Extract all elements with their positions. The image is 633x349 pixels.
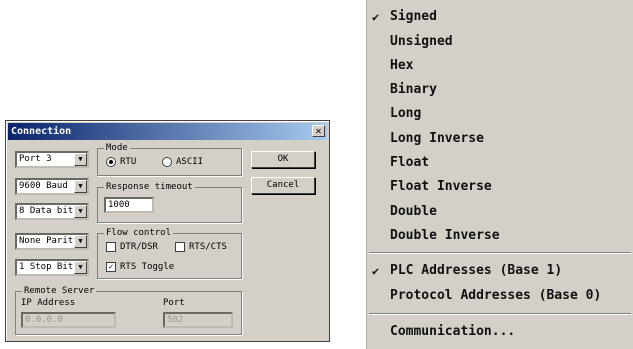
rts-cts-checkbox[interactable] bbox=[175, 242, 185, 252]
data-bits-select[interactable]: 8 Data bits ▼ bbox=[15, 203, 89, 220]
menu-item-float-inverse[interactable]: Float Inverse bbox=[367, 176, 633, 198]
chevron-down-icon[interactable]: ▼ bbox=[74, 235, 87, 248]
menu-separator bbox=[369, 252, 631, 254]
response-timeout-label: Response timeout bbox=[104, 181, 195, 193]
parity-select-value: None Parity bbox=[19, 236, 79, 246]
response-timeout-group: Response timeout 1000 bbox=[97, 181, 242, 223]
checkmark-icon: ✔ bbox=[372, 264, 380, 278]
mode-ascii-option[interactable]: ASCII bbox=[162, 157, 203, 167]
stop-bit-select-value: 1 Stop Bit bbox=[19, 262, 74, 272]
ascii-label: ASCII bbox=[176, 157, 204, 167]
dialog-title: Connection bbox=[11, 126, 72, 137]
menu-item-label: Float Inverse bbox=[390, 179, 492, 194]
menu-item-communication[interactable]: Communication... bbox=[367, 321, 633, 343]
menu-item-label: Binary bbox=[390, 82, 437, 97]
port-label: Port bbox=[163, 298, 185, 308]
rts-cts-label: RTS/CTS bbox=[189, 242, 227, 252]
chevron-down-icon[interactable]: ▼ bbox=[74, 205, 87, 218]
response-timeout-input[interactable]: 1000 bbox=[104, 197, 154, 213]
stop-bit-select[interactable]: 1 Stop Bit ▼ bbox=[15, 259, 89, 276]
connection-dialog: Connection ✕ Port 3 ▼ 9600 Baud ▼ 8 Data… bbox=[5, 120, 330, 342]
mode-rtu-option[interactable]: RTU bbox=[106, 157, 136, 167]
port-input[interactable]: 502 bbox=[163, 312, 233, 328]
ok-button[interactable]: OK bbox=[251, 151, 315, 168]
menu-item-protocol-addresses[interactable]: Protocol Addresses (Base 0) bbox=[367, 285, 633, 307]
menu-item-label: Double Inverse bbox=[390, 228, 500, 243]
menu-item-float[interactable]: Float bbox=[367, 152, 633, 174]
menu-item-label: Float bbox=[390, 155, 430, 170]
port-select[interactable]: Port 3 ▼ bbox=[15, 151, 89, 168]
menu-item-binary[interactable]: Binary bbox=[367, 79, 633, 101]
menu-item-plc-addresses[interactable]: ✔ PLC Addresses (Base 1) bbox=[367, 260, 633, 282]
chevron-down-icon[interactable]: ▼ bbox=[74, 261, 87, 274]
menu-item-label: PLC Addresses (Base 1) bbox=[390, 263, 563, 278]
menu-item-label: Unsigned bbox=[390, 34, 453, 49]
dialog-titlebar[interactable]: Connection ✕ bbox=[8, 123, 327, 140]
menu-item-label: Protocol Addresses (Base 0) bbox=[390, 288, 602, 303]
menu-item-hex[interactable]: Hex bbox=[367, 55, 633, 77]
menu-item-label: Long Inverse bbox=[390, 131, 484, 146]
data-bits-select-value: 8 Data bits bbox=[19, 206, 79, 216]
mode-group: Mode RTU ASCII bbox=[97, 142, 242, 176]
menu-separator bbox=[369, 313, 631, 315]
ip-address-label: IP Address bbox=[21, 298, 76, 308]
baud-select[interactable]: 9600 Baud ▼ bbox=[15, 178, 89, 195]
menu-item-label: Long bbox=[390, 106, 422, 121]
baud-select-value: 9600 Baud bbox=[19, 181, 68, 191]
remote-server-group: Remote Server IP Address 0.0.0.0 Port 50… bbox=[15, 285, 242, 335]
dtr-dsr-label: DTR/DSR bbox=[120, 242, 158, 252]
close-button[interactable]: ✕ bbox=[312, 125, 325, 137]
cancel-button[interactable]: Cancel bbox=[251, 177, 315, 194]
close-icon: ✕ bbox=[315, 126, 322, 137]
flow-control-group: Flow control DTR/DSR RTS/CTS ✓ RTS Toggl… bbox=[97, 227, 242, 279]
ip-address-input[interactable]: 0.0.0.0 bbox=[21, 312, 116, 328]
rts-cts-option[interactable]: RTS/CTS bbox=[175, 242, 227, 252]
menu-item-double-inverse[interactable]: Double Inverse bbox=[367, 225, 633, 247]
checkmark-icon: ✔ bbox=[372, 10, 380, 24]
menu-item-label: Signed bbox=[390, 9, 437, 24]
rts-toggle-checkbox[interactable]: ✓ bbox=[106, 262, 116, 272]
remote-server-label: Remote Server bbox=[22, 285, 97, 297]
rtu-radio[interactable] bbox=[106, 157, 116, 167]
parity-select[interactable]: None Parity ▼ bbox=[15, 233, 89, 250]
mode-group-label: Mode bbox=[104, 142, 130, 154]
menu-item-signed[interactable]: ✔ Signed bbox=[367, 6, 633, 28]
port-select-value: Port 3 bbox=[19, 154, 52, 164]
menu-item-long[interactable]: Long bbox=[367, 103, 633, 125]
rts-toggle-option[interactable]: ✓ RTS Toggle bbox=[106, 262, 174, 272]
menu-item-label: Hex bbox=[390, 58, 414, 73]
menu-item-label: Communication... bbox=[390, 324, 516, 339]
menu-item-unsigned[interactable]: Unsigned bbox=[367, 31, 633, 53]
rts-toggle-label: RTS Toggle bbox=[120, 262, 175, 272]
dtr-dsr-option[interactable]: DTR/DSR bbox=[106, 242, 158, 252]
menu-item-double[interactable]: Double bbox=[367, 201, 633, 223]
format-context-menu: ✔ Signed Unsigned Hex Binary Long Long I… bbox=[366, 0, 633, 349]
chevron-down-icon[interactable]: ▼ bbox=[74, 153, 87, 166]
chevron-down-icon[interactable]: ▼ bbox=[74, 180, 87, 193]
menu-item-label: Double bbox=[390, 204, 437, 219]
rtu-label: RTU bbox=[120, 157, 137, 167]
dtr-dsr-checkbox[interactable] bbox=[106, 242, 116, 252]
ascii-radio[interactable] bbox=[162, 157, 172, 167]
flow-control-label: Flow control bbox=[104, 227, 174, 239]
menu-item-long-inverse[interactable]: Long Inverse bbox=[367, 128, 633, 150]
